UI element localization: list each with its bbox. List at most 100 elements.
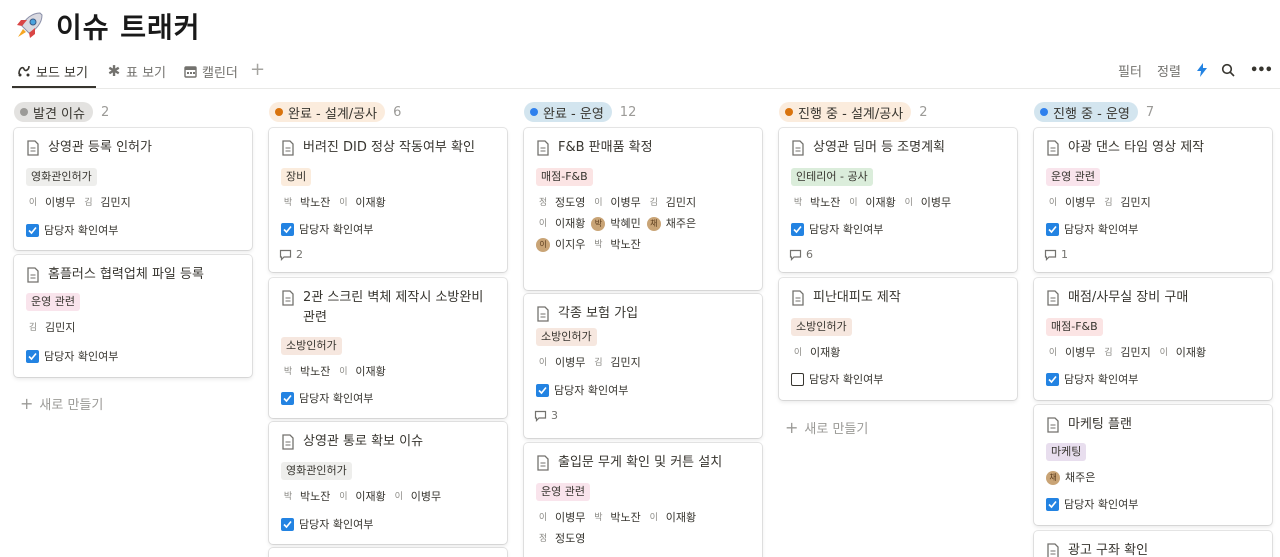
confirm-checkbox[interactable]: 담당자 확인여부 <box>281 390 373 406</box>
board-card[interactable]: 각종 보험 가입 소방인허가 이 이병무 김 김민지 담당자 확인여부 3 <box>524 294 762 438</box>
status-label: 완료 - 설계/공사 <box>288 106 378 122</box>
board-card[interactable]: 홈플러스 협력업체 파일 등록 운영 관련 김 김민지 담당자 확인여부 <box>14 255 252 377</box>
card-title: 홈플러스 협력업체 파일 등록 <box>26 265 242 285</box>
new-card-button[interactable]: + 새로 만들기 <box>785 418 868 437</box>
status-pill[interactable]: 진행 중 - 운영 <box>1034 102 1138 122</box>
confirm-checkbox[interactable]: 담당자 확인여부 <box>1046 221 1138 237</box>
assignee-name: 김민지 <box>1120 346 1151 359</box>
board-card[interactable] <box>269 548 507 557</box>
column-count: 2 <box>100 104 110 120</box>
avatar: 김 <box>594 358 603 368</box>
confirm-checkbox[interactable]: 담당자 확인여부 <box>536 382 628 398</box>
avatar: 채 <box>1046 471 1060 485</box>
avatar: 이 <box>649 513 658 523</box>
assignee-name: 이지우 <box>555 238 586 251</box>
column-header: 진행 중 - 설계/공사 2 <box>779 100 1017 124</box>
status-label: 진행 중 - 운영 <box>1053 106 1130 122</box>
avatar: 이 <box>538 219 548 229</box>
avatar: 김 <box>1104 348 1113 358</box>
confirm-checkbox[interactable]: 담당자 확인여부 <box>26 222 118 238</box>
board-card[interactable]: 상영관 등록 인허가 영화관인허가 이 이병무 김 김민지 담당자 확인여부 <box>14 128 252 250</box>
page-icon <box>282 290 294 306</box>
confirm-checkbox[interactable]: 담당자 확인여부 <box>281 516 373 532</box>
checkbox-label: 담당자 확인여부 <box>809 373 884 386</box>
avatar: 박 <box>793 198 803 208</box>
board-card[interactable]: 야광 댄스 타임 영상 제작 운영 관련 이 이병무 김 김민지 담당자 확인여부 1 <box>1034 128 1272 272</box>
tab-label: 보드 보기 <box>36 65 88 81</box>
status-dot <box>785 108 793 116</box>
board-card[interactable]: 마케팅 플랜 마케팅 채 채주은 담당자 확인여부 <box>1034 405 1272 525</box>
board-card[interactable]: F&B 판매품 확정 매점-F&B 정 정도영 이 이병무 김 김민지 이 이재황 박 박혜민 채 채주은… <box>524 128 762 290</box>
page-icon <box>792 290 804 306</box>
checkbox-label: 담당자 확인여부 <box>299 518 374 531</box>
filter-button[interactable]: 필터 <box>1118 60 1142 80</box>
assignee-name: 이재황 <box>865 196 896 209</box>
assignees: 이 이재황 <box>791 342 1009 363</box>
avatar: 정 <box>538 534 548 544</box>
add-view-button[interactable]: + <box>250 58 265 82</box>
more-icon: ••• <box>1250 62 1273 78</box>
checkbox-checked-icon <box>536 383 549 397</box>
comment-icon <box>789 249 802 261</box>
board-card[interactable]: 버려진 DID 정상 작동여부 확인 장비 박 박노잔 이 이재황 담당자 확인여부 2 <box>269 128 507 272</box>
checkbox-label: 담당자 확인여부 <box>299 223 374 236</box>
avatar: 박 <box>283 367 293 377</box>
card-title-text: 야광 댄스 타임 영상 제작 <box>1068 140 1205 155</box>
avatar: 이 <box>594 198 603 208</box>
board-card[interactable]: 매점/사무실 장비 구매 매점-F&B 이 이병무 김 김민지 이 이재황 담당자 확인여부 <box>1034 278 1272 400</box>
category-tag: 장비 <box>281 168 312 186</box>
automation-button[interactable] <box>1196 60 1208 80</box>
avatar: 이 <box>1048 198 1058 208</box>
tab-board-view[interactable]: 보드 보기 <box>16 58 88 84</box>
column-header: 완료 - 설계/공사 6 <box>269 100 507 124</box>
avatar: 정 <box>538 198 548 208</box>
board-card[interactable]: 피난대피도 제작 소방인허가 이 이재황 담당자 확인여부 <box>779 278 1017 400</box>
confirm-checkbox[interactable]: 담당자 확인여부 <box>791 221 883 237</box>
board-column: 진행 중 - 운영 7 야광 댄스 타임 영상 제작 운영 관련 이 이병무 김 김민지 담당자… <box>1034 100 1272 557</box>
assignee-name: 이병무 <box>555 511 586 524</box>
rocket-icon <box>17 12 43 38</box>
search-button[interactable] <box>1221 60 1235 80</box>
assignee-name: 박노잔 <box>610 238 641 251</box>
new-card-button[interactable]: + 새로 만들기 <box>20 394 103 413</box>
card-title-text: 상영관 딤머 등 조명계획 <box>813 140 945 155</box>
confirm-checkbox[interactable]: 담당자 확인여부 <box>26 348 118 364</box>
comment-count-value: 3 <box>551 409 558 422</box>
status-pill[interactable]: 완료 - 설계/공사 <box>269 102 386 122</box>
page-icon <box>1047 140 1059 156</box>
assignee-name: 채주은 <box>1065 471 1096 484</box>
sort-button[interactable]: 정렬 <box>1157 60 1181 80</box>
checkbox-checked-icon <box>1046 222 1059 236</box>
status-dot <box>1040 108 1048 116</box>
status-pill[interactable]: 완료 - 운영 <box>524 102 612 122</box>
board-card[interactable]: 상영관 딤머 등 조명계획 인테리어 - 공사 박 박노잔 이 이재황 이 이병무 담당자 확인… <box>779 128 1017 272</box>
page-icon <box>537 140 549 156</box>
tab-calendar-view[interactable]: 캘린더 <box>182 58 238 84</box>
assignee: 김 김민지 <box>1101 343 1151 363</box>
more-button[interactable]: ••• <box>1250 60 1273 80</box>
status-label: 진행 중 - 설계/공사 <box>798 106 904 122</box>
card-title-text: 홈플러스 협력업체 파일 등록 <box>48 267 204 282</box>
avatar: 박 <box>591 217 606 231</box>
avatar: 이 <box>394 492 403 502</box>
board-card[interactable]: 출입문 무게 확인 및 커튼 설치 운영 관련 이 이병무 박 박노잔 이 이재황 정 정도영 <box>524 443 762 557</box>
checkbox-label: 담당자 확인여부 <box>554 384 629 397</box>
category-tag: 소방인허가 <box>791 318 852 336</box>
avatar: 이 <box>1048 348 1058 358</box>
confirm-checkbox[interactable]: 담당자 확인여부 <box>281 221 373 237</box>
assignee-name: 이재황 <box>355 196 386 209</box>
checkbox-checked-icon <box>281 222 294 236</box>
confirm-checkbox[interactable]: 담당자 확인여부 <box>1046 371 1138 387</box>
confirm-checkbox[interactable]: 담당자 확인여부 <box>1046 496 1138 512</box>
status-pill[interactable]: 발견 이슈 <box>14 102 93 122</box>
confirm-checkbox[interactable]: 담당자 확인여부 <box>791 371 883 387</box>
assignee-name: 박노잔 <box>810 196 841 209</box>
comment-count: 6 <box>789 248 813 261</box>
status-pill[interactable]: 진행 중 - 설계/공사 <box>779 102 912 122</box>
assignee: 김 김민지 <box>26 318 76 338</box>
board-card[interactable]: 상영관 통로 확보 이슈 영화관인허가 박 박노잔 이 이재황 이 이병무 담당자 확인여부 <box>269 422 507 544</box>
board-card[interactable]: 광고 구좌 확인 <box>1034 531 1272 557</box>
tab-table-view[interactable]: ✱ 표 보기 <box>106 58 166 84</box>
board-card[interactable]: 2관 스크린 벽체 제작시 소방완비 관련 소방인허가 박 박노잔 이 이재황 담당자 확인… <box>269 278 507 418</box>
page-header: 이슈 트래커 <box>12 6 201 46</box>
